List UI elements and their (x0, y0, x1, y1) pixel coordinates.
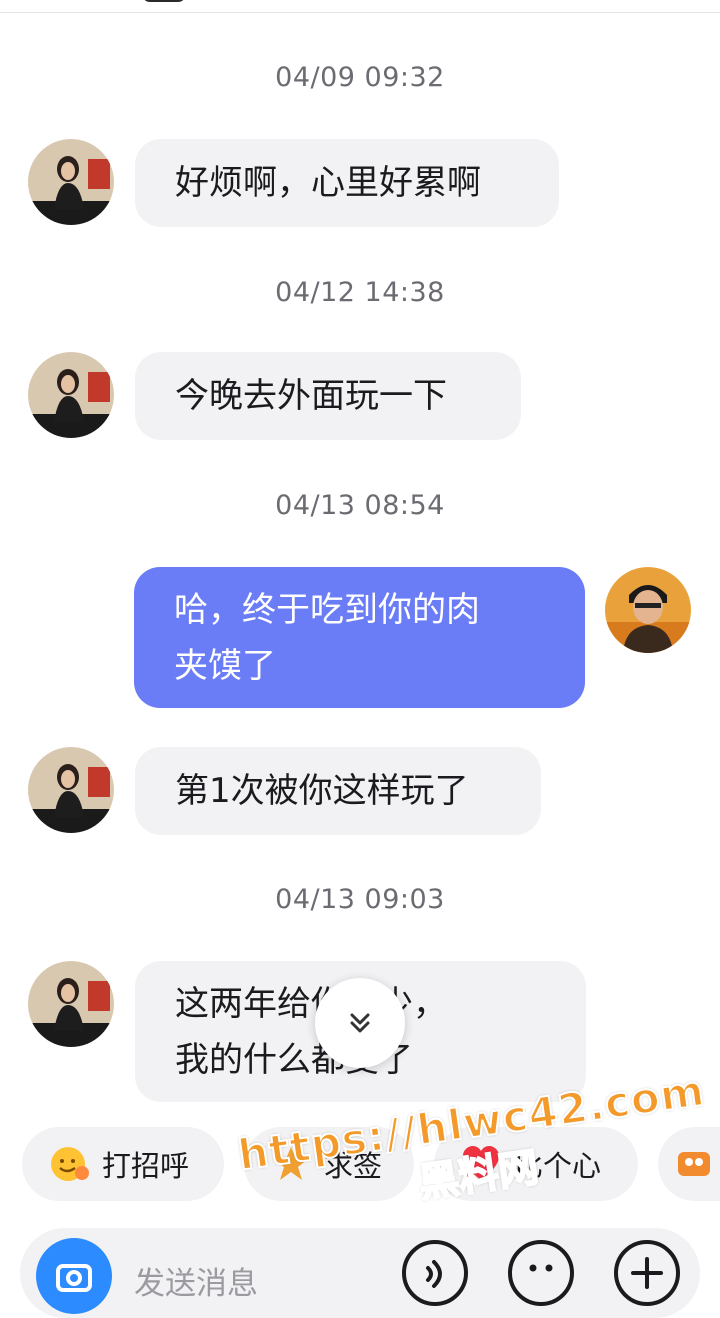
message-text: 夹馍了 (174, 645, 276, 686)
message-bubble[interactable]: 今晚去外面玩一下 (135, 352, 521, 440)
contact-avatar[interactable] (28, 961, 114, 1047)
timestamp: 04/13 09:03 (275, 884, 445, 915)
fortune-icon (270, 1143, 312, 1185)
timestamp: 04/12 14:38 (275, 277, 445, 308)
heart-icon (460, 1143, 502, 1185)
message-text: 今晚去外面玩一下 (175, 376, 447, 416)
chip-label: 比个心 (514, 1149, 602, 1183)
contact-avatar[interactable] (28, 352, 114, 438)
contact-avatar[interactable] (28, 747, 114, 833)
message-text: 哈，终于吃到你的肉 (174, 589, 480, 630)
plus-icon (631, 1257, 663, 1289)
camera-icon (56, 1264, 92, 1292)
double-chevron-down-icon (350, 1013, 370, 1033)
quick-action-fortune[interactable]: 求签 (244, 1127, 414, 1201)
header-partial-icon (142, 0, 186, 2)
plus-button[interactable] (614, 1240, 680, 1306)
scroll-to-bottom-button[interactable] (315, 978, 405, 1068)
quick-action-more[interactable] (658, 1127, 720, 1201)
contact-avatar[interactable] (28, 139, 114, 225)
message-input[interactable]: 发送消息 (134, 1258, 258, 1303)
header-divider (0, 12, 720, 13)
message-text: 第1次被你这样玩了 (175, 771, 469, 811)
chip-label: 打招呼 (102, 1149, 190, 1183)
message-input-bar (20, 1228, 700, 1318)
quick-action-heart[interactable]: 比个心 (434, 1127, 638, 1201)
my-message-bubble[interactable]: 哈，终于吃到你的肉 夹馍了 (134, 567, 585, 708)
message-bubble[interactable]: 第1次被你这样玩了 (135, 747, 541, 835)
voice-button[interactable] (402, 1240, 468, 1306)
timestamp: 04/13 08:54 (275, 490, 445, 521)
camera-button[interactable] (36, 1238, 112, 1314)
timestamp: 04/09 09:32 (275, 62, 445, 93)
emoji-icon (529, 1264, 553, 1272)
message-bubble[interactable]: 好烦啊，心里好累啊 (135, 139, 559, 227)
voice-icon (426, 1260, 442, 1288)
group-photo-icon (676, 1143, 712, 1185)
quick-action-greet[interactable]: 打招呼 (22, 1127, 224, 1201)
wave-emoji-icon (48, 1143, 90, 1185)
chip-label: 求签 (324, 1149, 383, 1183)
my-avatar[interactable] (605, 567, 691, 653)
emoji-button[interactable] (508, 1240, 574, 1306)
message-text: 好烦啊，心里好累啊 (175, 163, 481, 203)
